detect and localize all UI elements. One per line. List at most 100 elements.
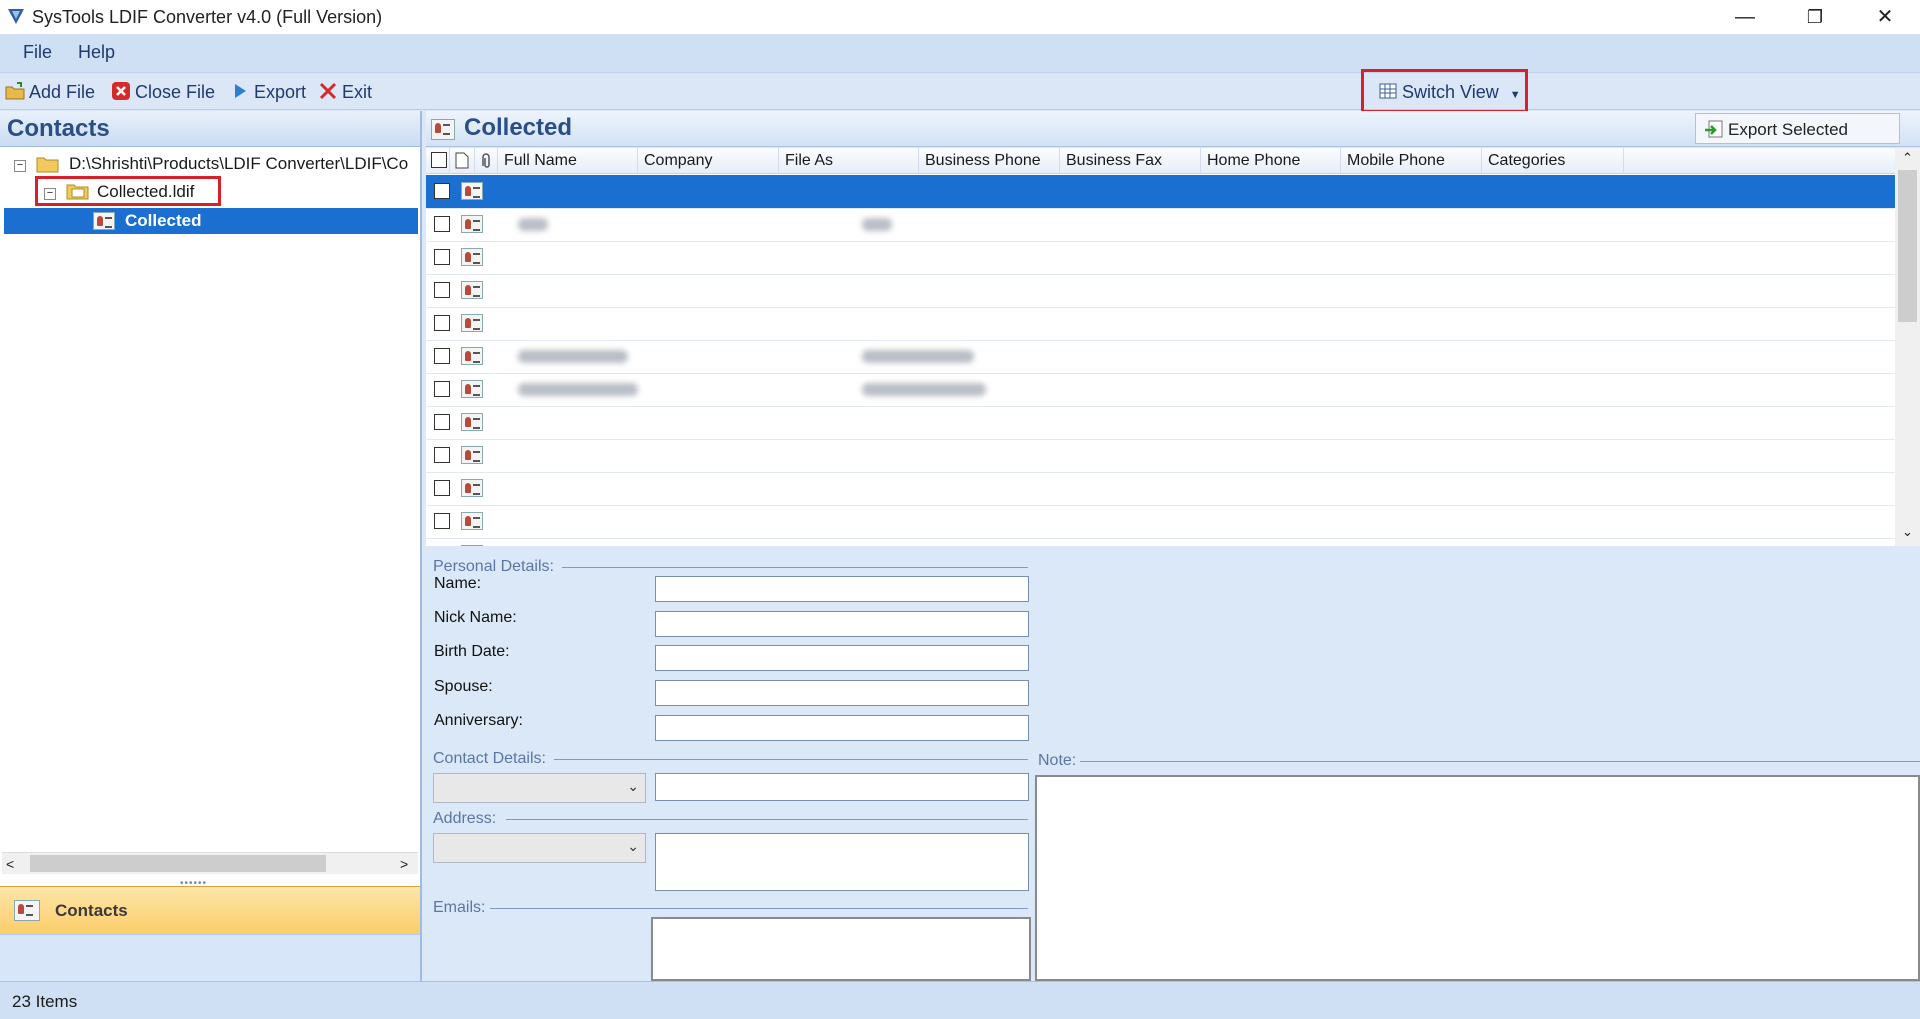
name-field[interactable] <box>655 576 1029 602</box>
contact-card-icon <box>461 182 483 200</box>
scroll-right-icon[interactable]: > <box>400 856 408 872</box>
tree-folder-label: Collected <box>125 211 202 230</box>
row-checkbox[interactable] <box>434 282 450 298</box>
minimize-button[interactable]: — <box>1710 0 1780 34</box>
window-title: SysTools LDIF Converter v4.0 (Full Versi… <box>32 7 383 27</box>
folder-tree: − D:\Shrishti\Products\LDIF Converter\LD… <box>0 148 420 958</box>
row-checkbox[interactable] <box>434 414 450 430</box>
column-company[interactable]: Company <box>638 148 779 174</box>
column-categories[interactable]: Categories <box>1482 148 1624 174</box>
table-row[interactable] <box>426 505 1895 539</box>
column-business-phone[interactable]: Business Phone <box>919 148 1060 174</box>
table-row[interactable] <box>426 241 1895 275</box>
list-title: Collected <box>464 114 573 141</box>
table-row[interactable] <box>426 472 1895 506</box>
column-file-as[interactable]: File As <box>779 148 919 174</box>
tree-collapse-root-icon[interactable]: − <box>14 160 26 172</box>
spouse-label: Spouse: <box>434 678 493 695</box>
exit-button[interactable]: Exit <box>318 81 372 103</box>
collected-header-icon <box>431 119 455 140</box>
exit-x-icon <box>319 82 337 100</box>
address-type-dropdown[interactable]: ⌄ <box>433 833 646 863</box>
contact-value-field[interactable] <box>655 773 1029 801</box>
column-mobile-phone[interactable]: Mobile Phone <box>1341 148 1482 174</box>
row-checkbox[interactable] <box>434 249 450 265</box>
row-checkbox[interactable] <box>434 348 450 364</box>
close-button[interactable]: ✕ <box>1850 0 1920 34</box>
scroll-up-icon[interactable]: ⌃ <box>1902 150 1913 166</box>
tree-folder-selected[interactable] <box>4 208 418 234</box>
chevron-down-icon: ⌄ <box>627 778 639 794</box>
grid-vertical-scrollbar[interactable]: ⌃ ⌄ <box>1895 148 1920 546</box>
scroll-thumb[interactable] <box>30 855 326 872</box>
tree-horizontal-scrollbar[interactable]: < > <box>2 852 418 874</box>
column-full-name[interactable]: Full Name <box>498 148 638 174</box>
contacts-pane-title: Contacts <box>7 115 110 142</box>
row-checkbox[interactable] <box>434 315 450 331</box>
contact-type-dropdown[interactable]: ⌄ <box>433 773 646 803</box>
toolbar: Add File Close File Export Exit Switch V… <box>0 72 1920 110</box>
document-icon <box>455 152 469 169</box>
table-row[interactable] <box>426 373 1895 407</box>
table-row[interactable] <box>426 175 1895 209</box>
row-checkbox[interactable] <box>434 381 450 397</box>
nick-name-label: Nick Name: <box>434 609 517 626</box>
nick-name-field[interactable] <box>655 611 1029 637</box>
item-type-column[interactable] <box>450 148 475 174</box>
contact-card-icon <box>461 479 483 497</box>
table-row[interactable] <box>426 406 1895 440</box>
contact-card-icon <box>461 380 483 398</box>
contact-card-icon <box>461 545 483 546</box>
note-heading: Note: <box>1038 752 1077 769</box>
scroll-thumb[interactable] <box>1898 170 1917 322</box>
item-count: 23 Items <box>12 992 78 1011</box>
table-row[interactable] <box>426 439 1895 473</box>
contacts-pane: Contacts − D:\Shrishti\Products\LDIF Con… <box>0 111 422 981</box>
row-checkbox[interactable] <box>434 216 450 232</box>
export-selected-button[interactable]: Export Selected <box>1695 113 1900 144</box>
row-checkbox[interactable] <box>434 183 450 199</box>
export-selected-label: Export Selected <box>1728 120 1849 139</box>
birth-date-field[interactable] <box>655 645 1029 671</box>
table-row[interactable] <box>426 538 1895 546</box>
spouse-field[interactable] <box>655 680 1029 706</box>
column-business-fax[interactable]: Business Fax <box>1060 148 1201 174</box>
contact-card-icon <box>461 314 483 332</box>
contacts-tab[interactable]: Contacts <box>0 886 420 934</box>
section-divider <box>554 759 1028 760</box>
menu-help[interactable]: Help <box>78 42 115 63</box>
note-textarea[interactable] <box>1035 775 1920 981</box>
table-row[interactable] <box>426 307 1895 341</box>
contact-card-icon <box>461 248 483 266</box>
folder-open-icon <box>36 157 59 173</box>
table-row[interactable] <box>426 208 1895 242</box>
section-divider <box>562 567 1028 568</box>
anniversary-field[interactable] <box>655 715 1029 741</box>
restore-button[interactable]: ❐ <box>1780 0 1850 34</box>
tree-root-path[interactable]: D:\Shrishti\Products\LDIF Converter\LDIF… <box>69 154 419 174</box>
table-row[interactable] <box>426 274 1895 308</box>
table-row[interactable] <box>426 340 1895 374</box>
add-file-button[interactable]: Add File <box>5 81 95 103</box>
row-checkbox[interactable] <box>434 480 450 496</box>
export-button[interactable]: Export <box>230 81 306 103</box>
scroll-left-icon[interactable]: < <box>6 856 14 872</box>
emails-field[interactable] <box>651 917 1031 981</box>
attachment-column[interactable] <box>475 148 498 174</box>
redacted-text <box>518 218 548 231</box>
contact-card-icon <box>461 347 483 365</box>
redacted-text <box>518 350 628 363</box>
scroll-down-icon[interactable]: ⌄ <box>1902 524 1913 540</box>
row-checkbox[interactable] <box>434 513 450 529</box>
select-all-column[interactable] <box>426 148 450 174</box>
contact-card-icon <box>461 512 483 530</box>
column-home-phone[interactable]: Home Phone <box>1201 148 1341 174</box>
birth-date-label: Birth Date: <box>434 643 510 660</box>
menu-file[interactable]: File <box>23 42 52 63</box>
section-divider <box>490 908 1028 909</box>
select-all-checkbox[interactable] <box>431 152 447 168</box>
anniversary-label: Anniversary: <box>434 712 523 729</box>
close-file-button[interactable]: Close File <box>111 81 215 103</box>
row-checkbox[interactable] <box>434 447 450 463</box>
address-field[interactable] <box>655 833 1029 891</box>
